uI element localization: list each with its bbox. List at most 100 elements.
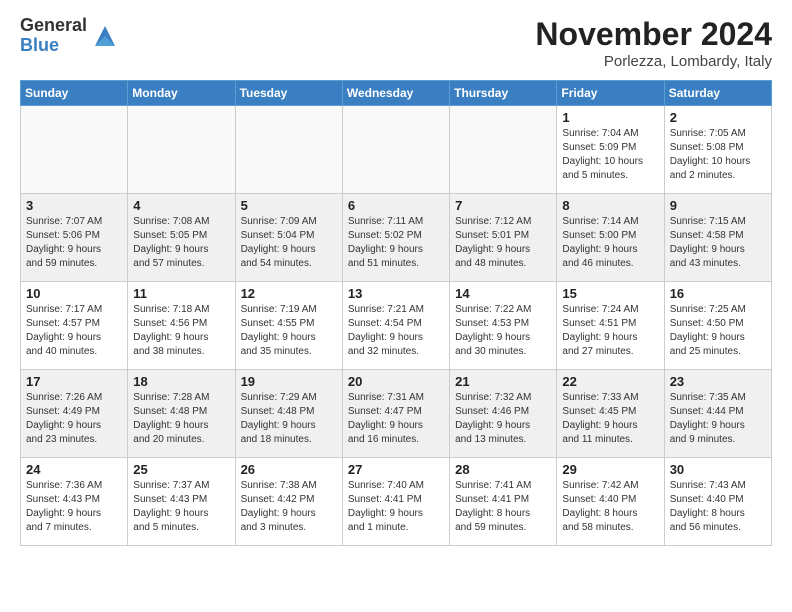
calendar-header: Sunday Monday Tuesday Wednesday Thursday…: [21, 81, 772, 106]
title-block: November 2024 Porlezza, Lombardy, Italy: [535, 16, 772, 70]
calendar-cell: 28Sunrise: 7:41 AM Sunset: 4:41 PM Dayli…: [450, 458, 557, 546]
day-info: Sunrise: 7:12 AM Sunset: 5:01 PM Dayligh…: [455, 215, 551, 271]
month-title: November 2024: [535, 16, 772, 53]
day-info: Sunrise: 7:24 AM Sunset: 4:51 PM Dayligh…: [562, 303, 658, 359]
calendar-week-0: 1Sunrise: 7:04 AM Sunset: 5:09 PM Daylig…: [21, 106, 772, 194]
day-number: 22: [562, 374, 658, 389]
calendar-cell: 11 Sunrise: 7:18 AM Sunset: 4:56 PM Dayli…: [128, 282, 235, 370]
calendar-cell: 23Sunrise: 7:35 AM Sunset: 4:44 PM Dayli…: [664, 370, 771, 458]
day-number: 13: [348, 286, 444, 301]
location: Porlezza, Lombardy, Italy: [535, 53, 772, 70]
calendar-body: 1Sunrise: 7:04 AM Sunset: 5:09 PM Daylig…: [21, 106, 772, 546]
logo-blue: Blue: [20, 36, 87, 56]
day-info: Sunrise: 7:25 AM Sunset: 4:50 PM Dayligh…: [670, 303, 766, 359]
header-monday: Monday: [128, 81, 235, 106]
calendar-cell: [235, 106, 342, 194]
day-number: 10: [26, 286, 122, 301]
logo: General Blue: [20, 16, 119, 56]
day-info: Sunrise: 7:05 AM Sunset: 5:08 PM Dayligh…: [670, 127, 766, 183]
page: General Blue November 2024 Porlezza, Lom…: [0, 0, 792, 556]
calendar-week-3: 17Sunrise: 7:26 AM Sunset: 4:49 PM Dayli…: [21, 370, 772, 458]
day-info: Sunrise: 7:32 AM Sunset: 4:46 PM Dayligh…: [455, 391, 551, 447]
day-info: Sunrise: 7:14 AM Sunset: 5:00 PM Dayligh…: [562, 215, 658, 271]
logo-general: General: [20, 16, 87, 36]
calendar-cell: 19 Sunrise: 7:29 AM Sunset: 4:48 PM Dayli…: [235, 370, 342, 458]
day-info: Sunrise: 7:21 AM Sunset: 4:54 PM Dayligh…: [348, 303, 444, 359]
header: General Blue November 2024 Porlezza, Lom…: [20, 16, 772, 70]
day-number: 7: [455, 198, 551, 213]
day-number: 12: [241, 286, 337, 301]
calendar-cell: 26 Sunrise: 7:38 AM Sunset: 4:42 PM Dayli…: [235, 458, 342, 546]
day-info: Sunrise: 7:37 AM Sunset: 4:43 PM Dayligh…: [133, 479, 229, 535]
calendar-cell: [342, 106, 449, 194]
calendar-cell: 4 Sunrise: 7:08 AM Sunset: 5:05 PM Daylig…: [128, 194, 235, 282]
day-number: 19: [241, 374, 337, 389]
day-info: Sunrise: 7:09 AM Sunset: 5:04 PM Dayligh…: [241, 215, 337, 271]
day-number: 18: [133, 374, 229, 389]
day-number: 16: [670, 286, 766, 301]
logo-text: General Blue: [20, 16, 87, 56]
calendar-cell: 15 Sunrise: 7:24 AM Sunset: 4:51 PM Dayli…: [557, 282, 664, 370]
day-number: 26: [241, 462, 337, 477]
day-info: Sunrise: 7:40 AM Sunset: 4:41 PM Dayligh…: [348, 479, 444, 535]
day-info: Sunrise: 7:11 AM Sunset: 5:02 PM Dayligh…: [348, 215, 444, 271]
day-number: 3: [26, 198, 122, 213]
day-number: 27: [348, 462, 444, 477]
day-info: Sunrise: 7:26 AM Sunset: 4:49 PM Dayligh…: [26, 391, 122, 447]
calendar-cell: 25 Sunrise: 7:37 AM Sunset: 4:43 PM Dayli…: [128, 458, 235, 546]
header-row: Sunday Monday Tuesday Wednesday Thursday…: [21, 81, 772, 106]
day-number: 11: [133, 286, 229, 301]
day-info: Sunrise: 7:43 AM Sunset: 4:40 PM Dayligh…: [670, 479, 766, 535]
day-number: 8: [562, 198, 658, 213]
calendar-cell: 17Sunrise: 7:26 AM Sunset: 4:49 PM Dayli…: [21, 370, 128, 458]
day-number: 25: [133, 462, 229, 477]
day-info: Sunrise: 7:07 AM Sunset: 5:06 PM Dayligh…: [26, 215, 122, 271]
day-info: Sunrise: 7:04 AM Sunset: 5:09 PM Dayligh…: [562, 127, 658, 183]
logo-icon: [91, 22, 119, 50]
header-saturday: Saturday: [664, 81, 771, 106]
day-number: 21: [455, 374, 551, 389]
calendar-cell: 3 Sunrise: 7:07 AM Sunset: 5:06 PM Daylig…: [21, 194, 128, 282]
calendar-cell: 22Sunrise: 7:33 AM Sunset: 4:45 PM Dayli…: [557, 370, 664, 458]
calendar-week-4: 24 Sunrise: 7:36 AM Sunset: 4:43 PM Dayli…: [21, 458, 772, 546]
header-tuesday: Tuesday: [235, 81, 342, 106]
calendar-cell: 2 Sunrise: 7:05 AM Sunset: 5:08 PM Daylig…: [664, 106, 771, 194]
calendar-cell: 20Sunrise: 7:31 AM Sunset: 4:47 PM Dayli…: [342, 370, 449, 458]
calendar-cell: 30 Sunrise: 7:43 AM Sunset: 4:40 PM Dayli…: [664, 458, 771, 546]
calendar-cell: [21, 106, 128, 194]
day-info: Sunrise: 7:08 AM Sunset: 5:05 PM Dayligh…: [133, 215, 229, 271]
calendar-cell: 10 Sunrise: 7:17 AM Sunset: 4:57 PM Dayli…: [21, 282, 128, 370]
calendar-cell: 18 Sunrise: 7:28 AM Sunset: 4:48 PM Dayli…: [128, 370, 235, 458]
calendar-cell: 24 Sunrise: 7:36 AM Sunset: 4:43 PM Dayli…: [21, 458, 128, 546]
day-number: 2: [670, 110, 766, 125]
day-info: Sunrise: 7:18 AM Sunset: 4:56 PM Dayligh…: [133, 303, 229, 359]
day-info: Sunrise: 7:28 AM Sunset: 4:48 PM Dayligh…: [133, 391, 229, 447]
day-number: 30: [670, 462, 766, 477]
day-info: Sunrise: 7:36 AM Sunset: 4:43 PM Dayligh…: [26, 479, 122, 535]
day-number: 9: [670, 198, 766, 213]
calendar-week-2: 10 Sunrise: 7:17 AM Sunset: 4:57 PM Dayli…: [21, 282, 772, 370]
calendar: Sunday Monday Tuesday Wednesday Thursday…: [20, 80, 772, 546]
day-number: 6: [348, 198, 444, 213]
calendar-week-1: 3 Sunrise: 7:07 AM Sunset: 5:06 PM Daylig…: [21, 194, 772, 282]
day-info: Sunrise: 7:38 AM Sunset: 4:42 PM Dayligh…: [241, 479, 337, 535]
calendar-cell: 7 Sunrise: 7:12 AM Sunset: 5:01 PM Daylig…: [450, 194, 557, 282]
day-number: 4: [133, 198, 229, 213]
day-number: 15: [562, 286, 658, 301]
calendar-cell: 8 Sunrise: 7:14 AM Sunset: 5:00 PM Daylig…: [557, 194, 664, 282]
header-friday: Friday: [557, 81, 664, 106]
day-info: Sunrise: 7:17 AM Sunset: 4:57 PM Dayligh…: [26, 303, 122, 359]
calendar-cell: 27 Sunrise: 7:40 AM Sunset: 4:41 PM Dayli…: [342, 458, 449, 546]
day-number: 5: [241, 198, 337, 213]
calendar-cell: 1Sunrise: 7:04 AM Sunset: 5:09 PM Daylig…: [557, 106, 664, 194]
day-info: Sunrise: 7:29 AM Sunset: 4:48 PM Dayligh…: [241, 391, 337, 447]
day-number: 24: [26, 462, 122, 477]
calendar-cell: 14Sunrise: 7:22 AM Sunset: 4:53 PM Dayli…: [450, 282, 557, 370]
header-thursday: Thursday: [450, 81, 557, 106]
day-info: Sunrise: 7:42 AM Sunset: 4:40 PM Dayligh…: [562, 479, 658, 535]
calendar-cell: 5 Sunrise: 7:09 AM Sunset: 5:04 PM Daylig…: [235, 194, 342, 282]
day-info: Sunrise: 7:31 AM Sunset: 4:47 PM Dayligh…: [348, 391, 444, 447]
day-info: Sunrise: 7:15 AM Sunset: 4:58 PM Dayligh…: [670, 215, 766, 271]
calendar-cell: 29Sunrise: 7:42 AM Sunset: 4:40 PM Dayli…: [557, 458, 664, 546]
calendar-cell: [128, 106, 235, 194]
